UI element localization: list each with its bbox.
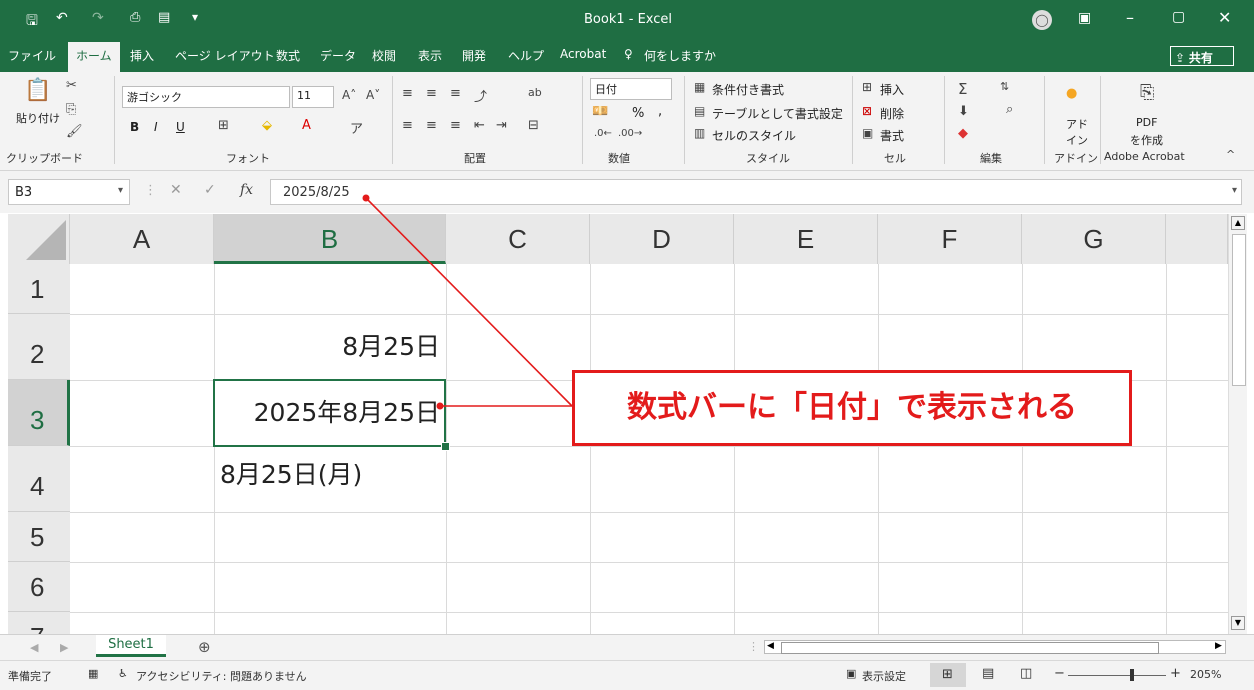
normal-view-button[interactable]: ⊞ <box>930 663 966 687</box>
callout-box: 数式バーに「日付」で表示される <box>572 370 1132 446</box>
display-settings-button[interactable]: 表示設定 <box>862 668 906 684</box>
vertical-scrollbar[interactable]: ▲ ▼ <box>1228 214 1247 634</box>
scroll-up-icon[interactable]: ▲ <box>1231 216 1245 230</box>
callout-text: 数式バーに「日付」で表示される <box>627 390 1077 425</box>
zoom-out-icon[interactable]: − <box>1054 666 1065 681</box>
accessibility-status[interactable]: アクセシビリティ: 問題ありません <box>136 668 307 684</box>
horizontal-scrollbar[interactable]: ◀ ▶ <box>764 640 1226 654</box>
sheet-tab-bar: ◀ ▶ Sheet1 ⊕ ⋮ ◀ ▶ <box>0 634 1254 661</box>
callout-arrows <box>362 194 573 410</box>
normal-view-icon: ⊞ <box>942 667 953 682</box>
next-sheet-icon[interactable]: ▶ <box>60 641 68 654</box>
zoom-in-icon[interactable]: + <box>1170 666 1181 681</box>
scroll-down-icon[interactable]: ▼ <box>1231 616 1245 630</box>
macro-record-icon[interactable]: ▦ <box>88 667 98 680</box>
zoom-level[interactable]: 205% <box>1190 668 1221 681</box>
scroll-left-icon[interactable]: ◀ <box>767 641 774 651</box>
split-handle-icon[interactable]: ⋮ <box>748 640 759 653</box>
accessibility-icon: ♿ <box>118 667 128 680</box>
scroll-right-icon[interactable]: ▶ <box>1215 641 1222 651</box>
vertical-scroll-thumb[interactable] <box>1232 234 1246 386</box>
status-bar: 準備完了 ▦ ♿ アクセシビリティ: 問題ありません ▣ 表示設定 ⊞ ▤ ◫ … <box>0 660 1254 690</box>
status-ready: 準備完了 <box>8 670 52 683</box>
new-sheet-icon[interactable]: ⊕ <box>198 638 211 656</box>
display-settings-icon: ▣ <box>846 667 857 680</box>
horizontal-scroll-thumb[interactable] <box>781 642 1159 654</box>
zoom-slider[interactable] <box>1068 675 1166 676</box>
zoom-slider-thumb[interactable] <box>1130 669 1134 681</box>
page-layout-view-icon[interactable]: ▤ <box>982 666 994 681</box>
prev-sheet-icon[interactable]: ◀ <box>30 641 38 654</box>
page-break-view-icon[interactable]: ◫ <box>1020 666 1032 681</box>
sheet-tab-sheet1[interactable]: Sheet1 <box>96 635 166 657</box>
